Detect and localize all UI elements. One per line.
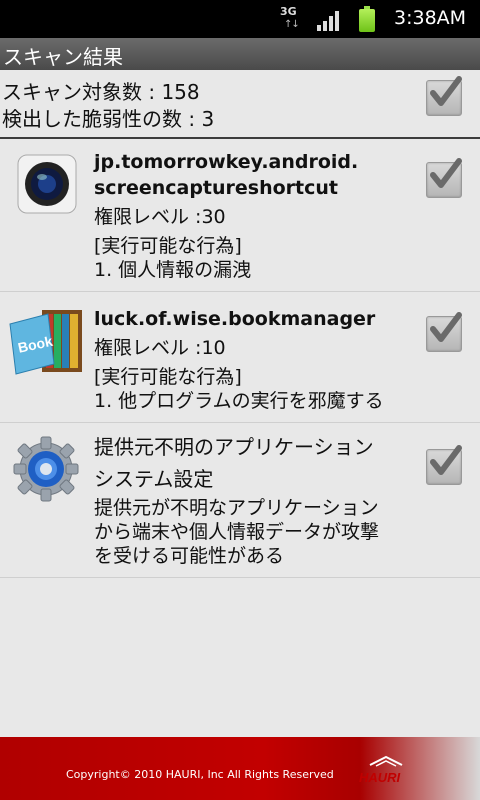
checkmark-icon bbox=[430, 158, 462, 188]
camera-lens-icon bbox=[16, 153, 78, 215]
action-header: [実行可能な行為] bbox=[94, 235, 242, 257]
network-3g-icon: 3G ↑↓ bbox=[280, 5, 300, 30]
checkmark-icon bbox=[430, 445, 462, 475]
warning-desc-line3: を受ける可能性がある bbox=[94, 545, 285, 567]
action-item: 1. 個人情報の漏洩 bbox=[94, 259, 252, 281]
vulnerability-count: 検出した脆弱性の数 : 3 bbox=[2, 107, 215, 131]
title-bar: スキャン結果 bbox=[0, 38, 480, 70]
warning-desc-line1: 提供元が不明なアプリケーション bbox=[94, 497, 379, 519]
warning-subtitle: システム設定 bbox=[94, 467, 214, 491]
select-all-checkbox[interactable] bbox=[426, 76, 462, 116]
checkmark-icon bbox=[430, 76, 462, 106]
copyright-text: Copyright© 2010 HAURI, Inc All Rights Re… bbox=[66, 768, 334, 781]
warning-title: 提供元不明のアプリケーション bbox=[94, 435, 374, 459]
action-item: 1. 他プログラムの実行を邪魔する bbox=[94, 390, 384, 412]
clock: 3:38AM bbox=[394, 7, 467, 29]
warning-desc-line2: から端末や個人情報データが攻撃 bbox=[94, 521, 380, 543]
list-item[interactable]: jp.tomorrowkey.android. screencapturesho… bbox=[0, 139, 480, 292]
app-package-name: jp.tomorrowkey.android. bbox=[94, 151, 359, 173]
scan-summary: スキャン対象数 : 158 検出した脆弱性の数 : 3 bbox=[0, 70, 480, 139]
action-header: [実行可能な行為] bbox=[94, 366, 242, 388]
status-bar: 3G ↑↓ 3:38AM bbox=[0, 0, 480, 38]
footer: Copyright© 2010 HAURI, Inc All Rights Re… bbox=[0, 737, 480, 800]
page-title: スキャン結果 bbox=[3, 45, 123, 69]
book-icon: Book bbox=[8, 306, 86, 376]
app-package-name: luck.of.wise.bookmanager bbox=[94, 308, 376, 330]
signal-icon bbox=[317, 9, 343, 31]
settings-gear-icon bbox=[12, 435, 80, 503]
svg-text:HAURI: HAURI bbox=[359, 770, 401, 785]
item-checkbox[interactable] bbox=[426, 445, 462, 485]
battery-icon bbox=[359, 6, 375, 32]
item-checkbox[interactable] bbox=[426, 312, 462, 352]
scan-target-count: スキャン対象数 : 158 bbox=[2, 80, 200, 104]
permission-level: 権限レベル :10 bbox=[94, 337, 226, 359]
hauri-logo: HAURI bbox=[356, 755, 416, 785]
checkmark-icon bbox=[430, 312, 462, 342]
app-package-name-cont: screencaptureshortcut bbox=[94, 177, 339, 199]
list-item[interactable]: Book luck.of.wise.bookmanager 権限レベル :10 … bbox=[0, 292, 480, 423]
list-item[interactable]: 提供元不明のアプリケーション システム設定 提供元が不明なアプリケーション から… bbox=[0, 423, 480, 578]
permission-level: 権限レベル :30 bbox=[94, 206, 226, 228]
item-checkbox[interactable] bbox=[426, 158, 462, 198]
